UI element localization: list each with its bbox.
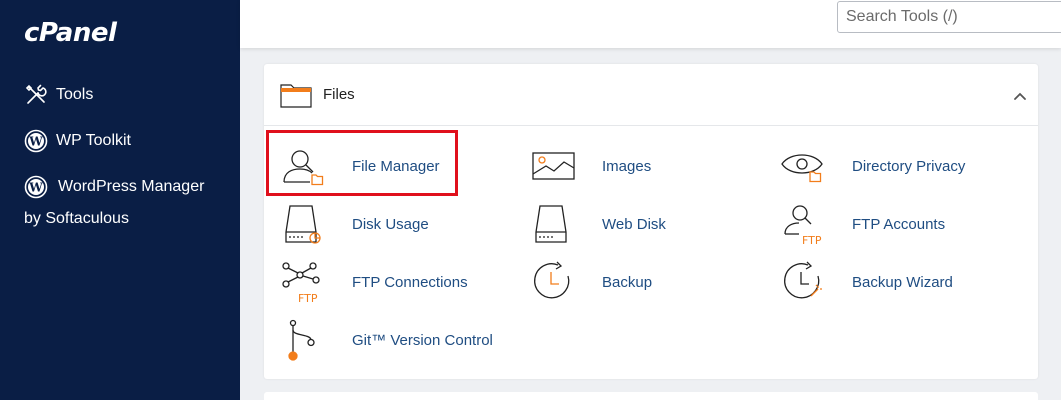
tool-ftp-connections[interactable]: FTP FTP Connections	[280, 257, 468, 307]
chevron-up-icon[interactable]	[1008, 84, 1032, 108]
tool-file-manager[interactable]: File Manager	[280, 141, 440, 191]
next-panel	[264, 392, 1038, 400]
svg-text:W: W	[28, 181, 43, 195]
panel-title: Files	[323, 86, 355, 103]
wordpress-icon: W	[24, 175, 48, 199]
wordpress-icon: W	[24, 129, 48, 153]
directory-privacy-icon	[781, 154, 823, 183]
tool-label: File Manager	[352, 157, 440, 175]
sidebar-item-wp-toolkit[interactable]: W WP Toolkit	[24, 125, 131, 157]
tool-images[interactable]: Images	[530, 141, 651, 191]
ftp-connections-icon: FTP	[282, 262, 320, 304]
tool-label: Images	[602, 157, 652, 175]
folder-icon	[280, 84, 312, 108]
tool-label: Git™ Version Control	[352, 331, 493, 349]
tool-directory-privacy[interactable]: Directory Privacy	[780, 141, 965, 191]
tool-backup-wizard[interactable]: Backup Wizard	[780, 257, 953, 307]
files-panel-header[interactable]: Files	[264, 64, 1038, 126]
tool-label: Web Disk	[602, 215, 666, 233]
svg-text:FTP: FTP	[298, 292, 318, 304]
tool-label: Backup Wizard	[852, 273, 953, 291]
sidebar-item-label: WP Toolkit	[56, 132, 131, 149]
tool-git-version-control[interactable]: Git™ Version Control	[280, 315, 493, 365]
tool-label: FTP Connections	[352, 273, 468, 291]
ftp-accounts-icon: FTP	[784, 205, 822, 246]
files-panel: Files File Manager Images Directory Priv	[264, 64, 1038, 379]
sidebar-item-label: Tools	[56, 86, 94, 103]
tool-label: Directory Privacy	[852, 157, 966, 175]
top-bar	[240, 0, 1061, 48]
tool-label: Disk Usage	[352, 215, 429, 233]
tool-label: Backup	[602, 273, 653, 291]
tools-icon	[25, 84, 47, 104]
backup-wizard-icon	[784, 261, 822, 299]
sidebar: cPanel Tools W WP Toolkit W WordPress Ma…	[0, 0, 240, 400]
sidebar-item-label: WordPress Manager	[58, 178, 205, 195]
svg-text:FTP: FTP	[802, 234, 822, 246]
web-disk-icon	[535, 205, 567, 243]
file-manager-icon	[283, 150, 324, 186]
sidebar-item-wordpress-manager[interactable]: W WordPress Manager by Softaculous	[24, 171, 224, 235]
cpanel-logo[interactable]: cPanel	[24, 18, 117, 48]
search-tools-input[interactable]	[837, 1, 1061, 33]
images-icon	[532, 152, 575, 180]
svg-text:W: W	[28, 135, 43, 149]
tool-disk-usage[interactable]: Disk Usage	[280, 199, 429, 249]
sidebar-item-tools[interactable]: Tools	[24, 79, 93, 111]
backup-icon	[534, 261, 570, 299]
git-icon	[288, 319, 315, 361]
tool-backup[interactable]: Backup	[530, 257, 652, 307]
tool-label: FTP Accounts	[852, 215, 946, 233]
sidebar-item-label-line2: by Softaculous	[24, 210, 129, 227]
tool-ftp-accounts[interactable]: FTP FTP Accounts	[780, 199, 945, 249]
tool-web-disk[interactable]: Web Disk	[530, 199, 666, 249]
disk-usage-icon	[285, 205, 321, 244]
